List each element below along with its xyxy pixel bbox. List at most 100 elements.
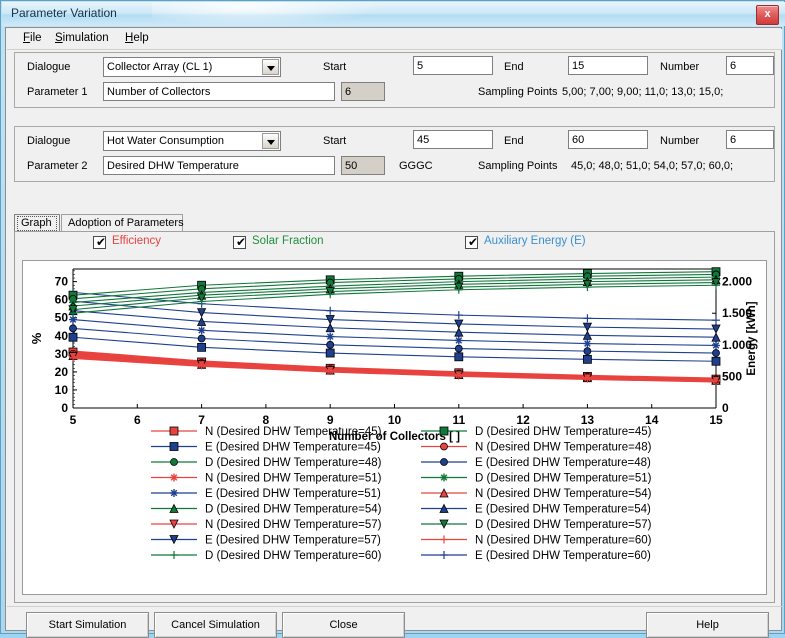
button-bar-divider	[7, 606, 782, 607]
legend-item: E (Desired DHW Temperature=60)	[421, 550, 651, 562]
legend-item: N (Desired DHW Temperature=57)	[151, 519, 382, 531]
param1-end-input[interactable]: 15	[568, 56, 648, 75]
param2-label: Parameter 2	[27, 160, 88, 172]
parameter-variation-chart: 01020304050607005001.0001.5002.000567891…	[23, 261, 766, 594]
param2-sampling-points: 45,0; 48,0; 51,0; 54,0; 57,0; 60,0;	[571, 160, 733, 172]
svg-text:N (Desired DHW Temperature=45): N (Desired DHW Temperature=45)	[205, 426, 382, 438]
menu-help-rest: elp	[133, 32, 148, 44]
param2-end-label: End	[504, 135, 524, 147]
chevron-down-glyph	[267, 66, 275, 71]
graph-panel: ✔ Efficiency ✔ Solar Fraction ✔ Auxiliar…	[14, 231, 775, 603]
parameter-1-group: Dialogue Collector Array (CL 1) Start 5 …	[14, 52, 775, 108]
menu-help[interactable]: Help	[121, 32, 153, 44]
label-efficiency: Efficiency	[112, 235, 161, 247]
svg-text:E (Desired DHW Temperature=54): E (Desired DHW Temperature=54)	[475, 504, 651, 516]
check-icon: ✔	[236, 236, 246, 249]
tab-graph[interactable]: Graph	[14, 214, 60, 232]
chevron-down-glyph	[267, 140, 275, 145]
checkbox-solar-fraction[interactable]: ✔	[233, 236, 246, 249]
svg-text:D (Desired DHW Temperature=57): D (Desired DHW Temperature=57)	[475, 519, 652, 531]
param2-end-input[interactable]: 60	[568, 130, 648, 149]
svg-text:30: 30	[55, 347, 69, 361]
param2-unit-label: GGGC	[399, 160, 433, 172]
legend-item: E (Desired DHW Temperature=51)	[151, 488, 381, 500]
legend-item: E (Desired DHW Temperature=54)	[421, 504, 651, 516]
param2-name-input[interactable]: Desired DHW Temperature	[103, 156, 335, 175]
menu-file[interactable]: File	[19, 32, 46, 44]
series-toggle-row: ✔ Efficiency ✔ Solar Fraction ✔ Auxiliar…	[15, 236, 774, 256]
tab-graph-focus-ring	[17, 216, 57, 231]
param1-label: Parameter 1	[27, 86, 88, 98]
menu-simulation[interactable]: Simulation	[51, 32, 113, 44]
legend-item: N (Desired DHW Temperature=54)	[421, 488, 652, 500]
svg-text:10: 10	[55, 383, 69, 397]
param1-dialogue-label: Dialogue	[27, 61, 70, 73]
svg-text:0: 0	[722, 401, 729, 415]
svg-text:D (Desired DHW Temperature=45): D (Desired DHW Temperature=45)	[475, 426, 652, 438]
param2-sampling-label: Sampling Points	[478, 160, 558, 172]
close-button[interactable]: Close	[282, 612, 405, 638]
svg-text:0: 0	[61, 401, 68, 415]
legend-item: E (Desired DHW Temperature=48)	[421, 457, 651, 469]
svg-text:Energy [kWh]: Energy [kWh]	[746, 301, 758, 375]
param1-dialogue-combo[interactable]: Collector Array (CL 1)	[103, 57, 281, 77]
chevron-down-icon[interactable]	[262, 59, 279, 75]
legend-item: D (Desired DHW Temperature=48)	[151, 457, 382, 469]
legend-item: E (Desired DHW Temperature=45)	[151, 442, 381, 454]
cancel-simulation-button[interactable]: Cancel Simulation	[154, 612, 277, 638]
svg-text:%: %	[29, 332, 44, 344]
tab-adoption-label: Adoption of Parameters	[68, 217, 184, 229]
svg-text:E (Desired DHW Temperature=57): E (Desired DHW Temperature=57)	[205, 535, 381, 547]
param1-number-input[interactable]: 6	[726, 56, 774, 75]
svg-text:20: 20	[55, 365, 69, 379]
window-title: Parameter Variation	[11, 6, 117, 20]
help-button[interactable]: Help	[646, 612, 769, 638]
svg-text:N (Desired DHW Temperature=54): N (Desired DHW Temperature=54)	[475, 488, 652, 500]
start-simulation-button[interactable]: Start Simulation	[26, 612, 149, 638]
client-area: File Simulation Help Dialogue Collector …	[5, 27, 782, 631]
param2-start-input[interactable]: 45	[413, 130, 493, 149]
svg-text:9: 9	[327, 413, 334, 427]
legend-item: D (Desired DHW Temperature=60)	[151, 550, 382, 562]
title-bar-glow	[152, 2, 382, 26]
param2-dialogue-label: Dialogue	[27, 135, 70, 147]
param1-name-input[interactable]: Number of Collectors	[103, 82, 335, 101]
svg-text:D (Desired DHW Temperature=54): D (Desired DHW Temperature=54)	[205, 504, 382, 516]
check-icon: ✔	[468, 236, 478, 249]
menu-simulation-accel: S	[55, 32, 63, 44]
legend-item: D (Desired DHW Temperature=57)	[421, 519, 652, 531]
svg-text:E (Desired DHW Temperature=45): E (Desired DHW Temperature=45)	[205, 442, 381, 454]
menu-file-rest: ile	[30, 32, 42, 44]
checkbox-auxiliary-energy[interactable]: ✔	[465, 236, 478, 249]
parameter-variation-window: Parameter Variation x File Simulation He…	[0, 0, 785, 634]
title-bar[interactable]: Parameter Variation x	[2, 2, 785, 26]
svg-text:E (Desired DHW Temperature=60): E (Desired DHW Temperature=60)	[475, 550, 651, 562]
checkbox-efficiency[interactable]: ✔	[93, 236, 106, 249]
legend-item: N (Desired DHW Temperature=48)	[421, 442, 652, 454]
param1-end-label: End	[504, 61, 524, 73]
tab-adoption-of-parameters[interactable]: Adoption of Parameters	[61, 214, 183, 232]
svg-text:12: 12	[516, 413, 530, 427]
param2-number-input[interactable]: 6	[726, 130, 774, 149]
param2-current-value: 50	[341, 156, 385, 175]
svg-text:10: 10	[388, 413, 402, 427]
close-icon[interactable]: x	[756, 5, 779, 25]
param2-dialogue-value: Hot Water Consumption	[107, 135, 224, 147]
svg-text:2.000: 2.000	[722, 275, 752, 289]
svg-text:7: 7	[198, 413, 205, 427]
chart-container: 01020304050607005001.0001.5002.000567891…	[22, 260, 767, 595]
svg-text:D (Desired DHW Temperature=48): D (Desired DHW Temperature=48)	[205, 457, 382, 469]
parameter-2-group: Dialogue Hot Water Consumption Start 45 …	[14, 126, 775, 182]
menu-file-accel: F	[23, 32, 30, 44]
svg-text:8: 8	[263, 413, 270, 427]
svg-text:15: 15	[709, 413, 723, 427]
svg-text:13: 13	[581, 413, 595, 427]
svg-text:40: 40	[55, 329, 69, 343]
svg-text:50: 50	[55, 311, 69, 325]
param2-dialogue-combo[interactable]: Hot Water Consumption	[103, 131, 281, 151]
param1-current-value: 6	[341, 82, 385, 101]
chevron-down-icon[interactable]	[262, 133, 279, 149]
menu-simulation-rest: imulation	[63, 32, 109, 44]
param1-start-input[interactable]: 5	[413, 56, 493, 75]
label-auxiliary-energy: Auxiliary Energy (E)	[484, 235, 586, 247]
